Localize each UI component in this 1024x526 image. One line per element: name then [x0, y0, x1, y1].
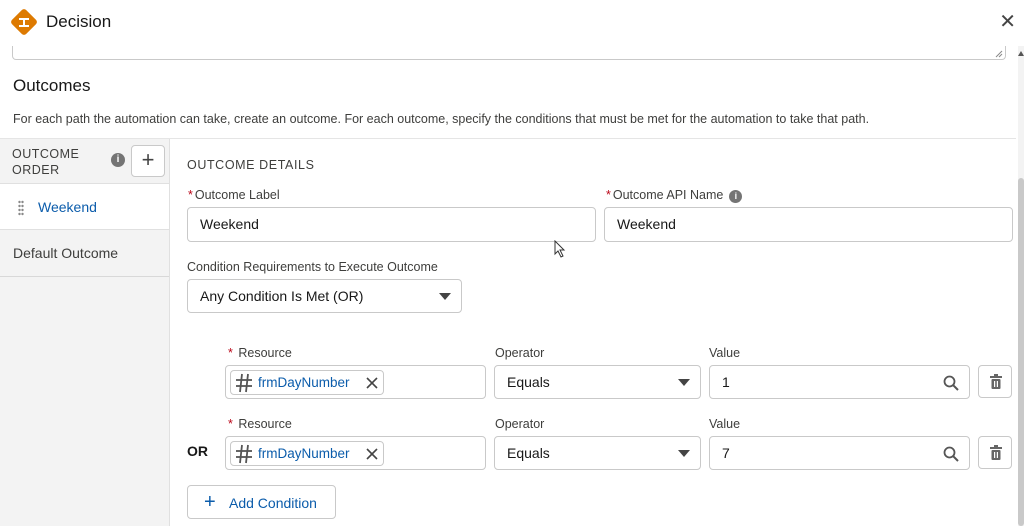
- value-label: Value: [709, 346, 741, 360]
- chevron-down-icon: [678, 379, 690, 386]
- outcome-order-heading: OUTCOME ORDER: [12, 147, 80, 177]
- mouse-cursor-icon: [554, 240, 566, 258]
- search-icon: [943, 446, 959, 462]
- sidebar-item-weekend[interactable]: Weekend: [0, 183, 169, 230]
- sidebar-item-default-outcome[interactable]: Default Outcome: [0, 231, 169, 277]
- remove-icon[interactable]: [366, 377, 378, 389]
- add-outcome-button[interactable]: +: [131, 145, 165, 177]
- resource-label: * Resource: [228, 346, 292, 360]
- outcome-label-input[interactable]: Weekend: [187, 207, 596, 242]
- operator-label: Operator: [495, 417, 545, 431]
- scrollbar-thumb[interactable]: [1018, 178, 1024, 526]
- chevron-down-icon: [439, 293, 451, 300]
- or-label: OR: [187, 443, 208, 459]
- sidebar-item-label: Weekend: [38, 199, 97, 215]
- outcome-order-sidebar: OUTCOME ORDER i + Weekend Default Outcom…: [0, 139, 170, 526]
- description-textarea[interactable]: [12, 46, 1006, 60]
- delete-condition-button[interactable]: [978, 436, 1012, 469]
- outcome-api-name-input[interactable]: Weekend: [604, 207, 1013, 242]
- modal-header: Decision ✕: [0, 0, 1024, 46]
- operator-select[interactable]: Equals: [494, 436, 701, 470]
- value-input[interactable]: 1: [709, 365, 970, 399]
- condition-requirements-label: Condition Requirements to Execute Outcom…: [187, 260, 438, 274]
- section-description: For each path the automation can take, c…: [13, 112, 870, 126]
- info-icon[interactable]: i: [111, 153, 125, 167]
- decision-icon: [11, 9, 37, 35]
- value-label: Value: [709, 417, 741, 431]
- trash-icon: [990, 445, 1002, 460]
- close-icon[interactable]: ✕: [999, 12, 1016, 32]
- outcome-label-label: * Outcome Label: [188, 188, 280, 202]
- trash-icon: [990, 374, 1002, 389]
- resource-input[interactable]: frmDayNumber: [225, 436, 486, 470]
- resize-grip-icon[interactable]: [995, 50, 1003, 58]
- resource-label: * Resource: [228, 417, 292, 431]
- condition-requirements-select[interactable]: Any Condition Is Met (OR): [187, 279, 462, 313]
- operator-select[interactable]: Equals: [494, 365, 701, 399]
- search-icon: [943, 375, 959, 391]
- resource-input[interactable]: frmDayNumber: [225, 365, 486, 399]
- outcome-details-heading: OUTCOME DETAILS: [187, 158, 315, 172]
- add-condition-label: Add Condition: [229, 495, 317, 511]
- operator-label: Operator: [495, 346, 545, 360]
- number-hash-icon: [236, 373, 252, 393]
- scroll-up-arrow-icon[interactable]: [1018, 50, 1024, 58]
- sidebar-item-label: Default Outcome: [13, 245, 119, 261]
- drag-handle-icon[interactable]: [18, 200, 24, 216]
- section-title: Outcomes: [13, 76, 91, 95]
- resource-value: frmDayNumber: [258, 375, 350, 390]
- remove-icon[interactable]: [366, 448, 378, 460]
- delete-condition-button[interactable]: [978, 365, 1012, 398]
- modal-title: Decision: [46, 12, 112, 31]
- chevron-down-icon: [678, 450, 690, 457]
- value-input[interactable]: 7: [709, 436, 970, 470]
- outcome-api-name-label: * Outcome API Name i: [606, 188, 743, 203]
- resource-pill[interactable]: frmDayNumber: [230, 441, 384, 466]
- add-condition-button[interactable]: + Add Condition: [187, 485, 336, 519]
- number-hash-icon: [236, 444, 252, 464]
- resource-pill[interactable]: frmDayNumber: [230, 370, 384, 395]
- plus-icon: +: [204, 491, 216, 513]
- resource-value: frmDayNumber: [258, 446, 350, 461]
- info-icon[interactable]: i: [729, 190, 743, 203]
